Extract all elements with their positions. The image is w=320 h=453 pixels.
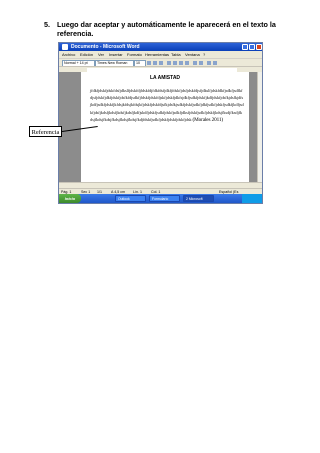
underline-icon[interactable]	[159, 61, 163, 65]
step-number: 5.	[44, 20, 50, 29]
taskbar-item-outlook[interactable]: Outlook	[115, 195, 146, 202]
menu-item-ventana[interactable]: Ventana	[185, 51, 200, 58]
start-button[interactable]: Inicio	[59, 194, 81, 203]
menu-item-tabla[interactable]: Tabla	[171, 51, 181, 58]
menu-item-insertar[interactable]: Insertar	[109, 51, 123, 58]
numbering-icon[interactable]	[193, 61, 197, 65]
window-title-bar: Documento - Microsoft Word	[59, 43, 262, 51]
menu-item-edicion[interactable]: Edición	[80, 51, 93, 58]
bullets-icon[interactable]	[199, 61, 203, 65]
align-left-icon[interactable]	[167, 61, 171, 65]
italic-icon[interactable]	[153, 61, 157, 65]
menu-bar: Archivo Edición Ver Insertar Formato Her…	[59, 51, 262, 58]
menu-item-help[interactable]: ?	[203, 51, 205, 58]
taskbar-item-word[interactable]: 2 Microsoft	[183, 195, 214, 202]
vertical-scrollbar[interactable]	[257, 72, 262, 182]
windows-taskbar: Inicio Outlook Formulario 2 Microsoft	[59, 194, 262, 203]
font-color-icon[interactable]	[213, 61, 217, 65]
close-icon[interactable]	[256, 44, 262, 50]
document-title: LA AMISTAD	[149, 75, 181, 81]
system-tray	[242, 194, 262, 203]
document-page[interactable]: LA AMISTAD jfdkfjdskfjdskfdsfjdkslfjdskf…	[81, 72, 249, 182]
menu-item-archivo[interactable]: Archivo	[62, 51, 75, 58]
menu-item-formato[interactable]: Formato	[127, 51, 142, 58]
reference-callout: Referencia	[29, 126, 62, 137]
bold-icon[interactable]	[147, 61, 151, 65]
align-right-icon[interactable]	[179, 61, 183, 65]
minimize-icon[interactable]	[242, 44, 248, 50]
inserted-reference: (Morales 2011)	[192, 116, 224, 123]
taskbar-item-form[interactable]: Formulario	[149, 195, 180, 202]
menu-item-ver[interactable]: Ver	[98, 51, 104, 58]
word-app-icon	[62, 44, 68, 50]
window-title: Documento - Microsoft Word	[71, 44, 140, 50]
word-screenshot: Documento - Microsoft Word Archivo Edici…	[58, 42, 263, 204]
step-text: Luego dar aceptar y automáticamente le a…	[57, 20, 276, 38]
highlight-icon[interactable]	[207, 61, 211, 65]
justify-icon[interactable]	[185, 61, 189, 65]
menu-item-herramientas[interactable]: Herramientas	[145, 51, 169, 58]
document-body: jfdkfjdskfjdskfdsfjdkslfjdskfdjfdskfdjfd…	[90, 87, 244, 124]
align-center-icon[interactable]	[173, 61, 177, 65]
maximize-icon[interactable]	[249, 44, 255, 50]
